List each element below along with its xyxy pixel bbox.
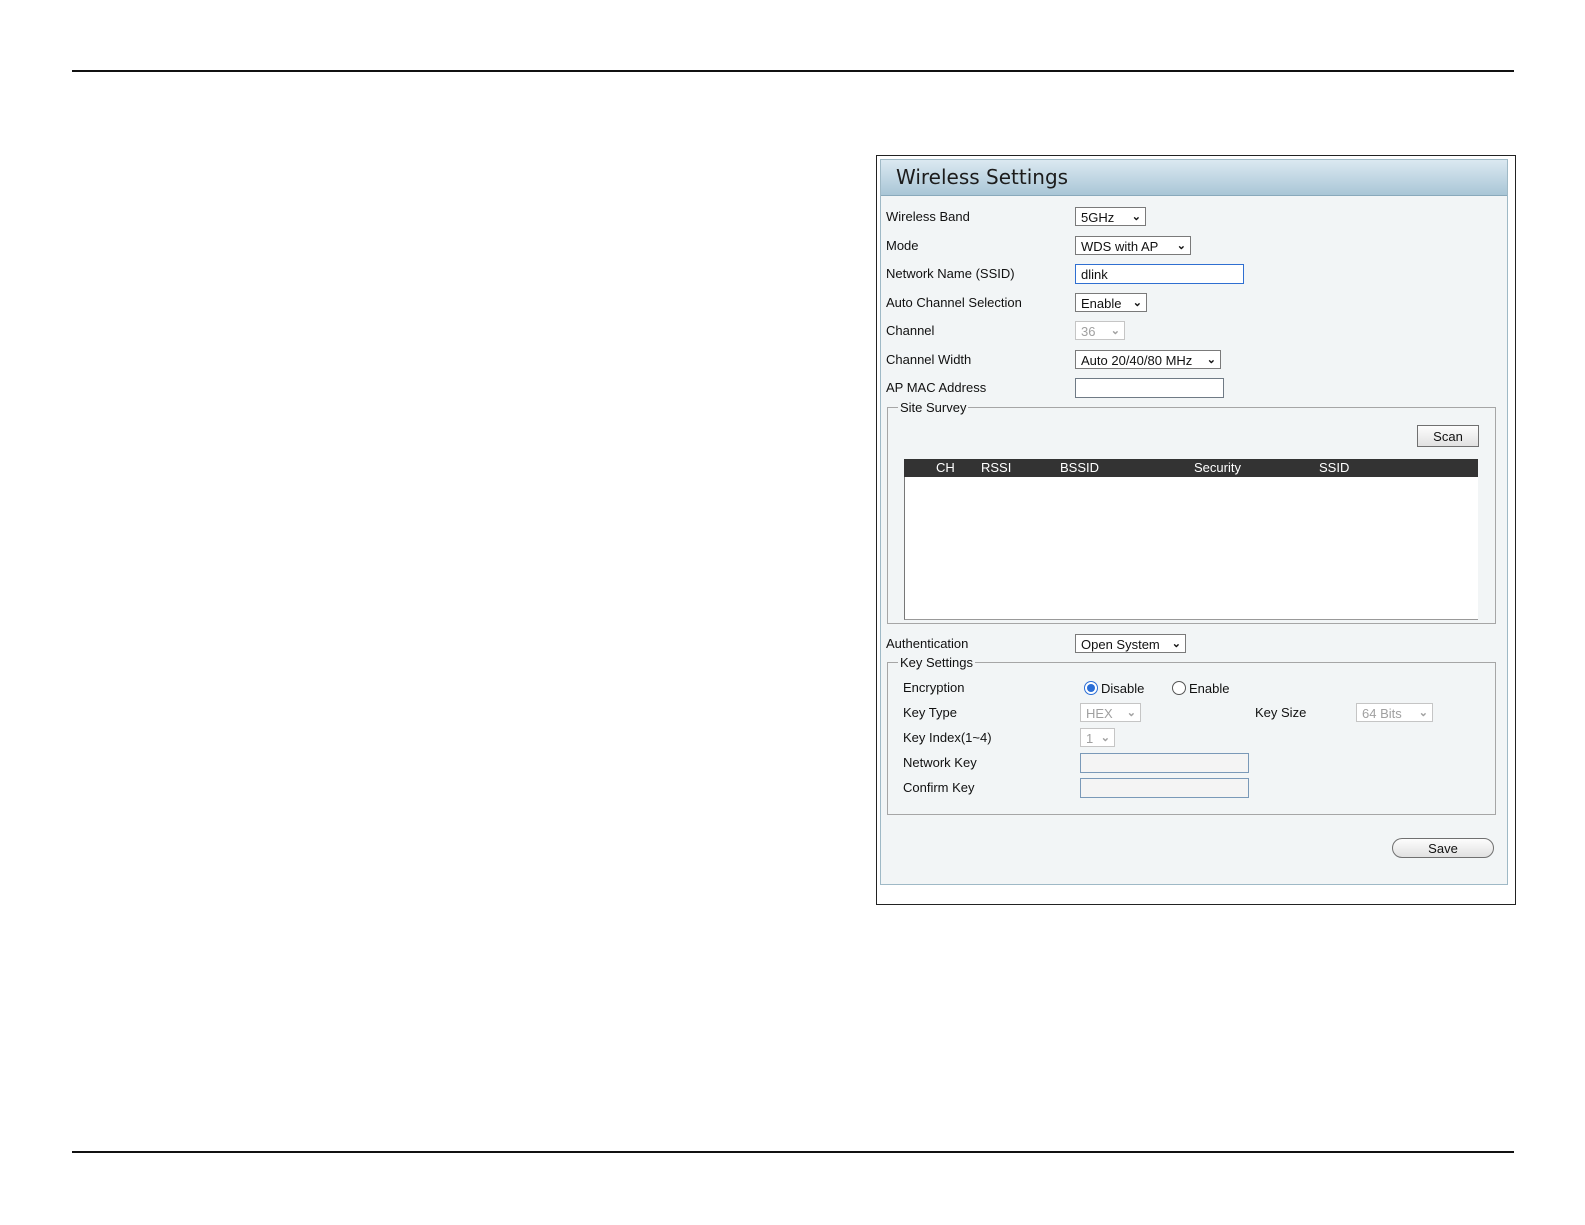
ap-mac-input[interactable] bbox=[1075, 378, 1224, 398]
row-mode: Mode WDS with AP ⌄ bbox=[886, 236, 1191, 257]
key-type-label: Key Type bbox=[903, 705, 957, 720]
column-header-ch: CH bbox=[936, 460, 955, 475]
key-size-label: Key Size bbox=[1255, 705, 1307, 720]
column-header-security: Security bbox=[1194, 460, 1241, 475]
key-type-select[interactable]: HEX ⌄ bbox=[1080, 703, 1141, 722]
row-auto-channel: Auto Channel Selection Enable ⌄ bbox=[886, 293, 1147, 314]
confirm-key-input[interactable] bbox=[1080, 778, 1249, 798]
radio-selected-icon[interactable] bbox=[1084, 681, 1098, 695]
channel-width-label: Channel Width bbox=[886, 352, 972, 367]
column-header-rssi: RSSI bbox=[981, 460, 1012, 475]
site-survey-group: Site Survey Scan CH RSSI BSSID Security … bbox=[887, 400, 1496, 624]
key-settings-legend: Key Settings bbox=[900, 655, 973, 670]
chevron-down-icon: ⌄ bbox=[1126, 707, 1136, 719]
network-key-label: Network Key bbox=[903, 755, 977, 770]
chevron-down-icon: ⌄ bbox=[1100, 732, 1110, 744]
row-wireless-band: Wireless Band 5GHz ⌄ bbox=[886, 207, 1146, 228]
site-survey-table-header: CH RSSI BSSID Security SSID bbox=[904, 459, 1478, 477]
auto-channel-select[interactable]: Enable ⌄ bbox=[1075, 293, 1147, 312]
authentication-select[interactable]: Open System ⌄ bbox=[1075, 634, 1186, 653]
radio-unselected-icon[interactable] bbox=[1172, 681, 1186, 695]
save-button[interactable]: Save bbox=[1392, 838, 1494, 858]
site-survey-table-body[interactable] bbox=[904, 477, 1478, 620]
key-settings-group: Key Settings Encryption Disable Enable K… bbox=[887, 655, 1496, 815]
chevron-down-icon: ⌄ bbox=[1171, 638, 1181, 650]
encryption-disable-option[interactable]: Disable bbox=[1084, 681, 1144, 696]
chevron-down-icon: ⌄ bbox=[1206, 354, 1216, 366]
row-authentication: Authentication Open System ⌄ bbox=[886, 634, 1186, 655]
key-index-select[interactable]: 1 ⌄ bbox=[1080, 728, 1115, 747]
screenshot-frame: Wireless Settings Wireless Band 5GHz ⌄ Mo… bbox=[876, 155, 1516, 905]
chevron-down-icon: ⌄ bbox=[1131, 211, 1141, 223]
channel-label: Channel bbox=[886, 323, 935, 338]
panel-title: Wireless Settings bbox=[881, 160, 1507, 196]
wireless-band-label: Wireless Band bbox=[886, 209, 970, 224]
key-index-label: Key Index(1~4) bbox=[903, 730, 992, 745]
chevron-down-icon: ⌄ bbox=[1132, 297, 1142, 309]
scan-button[interactable]: Scan bbox=[1417, 425, 1479, 447]
row-channel: Channel 36 ⌄ bbox=[886, 321, 1125, 342]
bottom-rule bbox=[72, 1151, 1514, 1153]
auto-channel-label: Auto Channel Selection bbox=[886, 295, 1022, 310]
ssid-input[interactable] bbox=[1075, 264, 1244, 284]
chevron-down-icon: ⌄ bbox=[1418, 707, 1428, 719]
wireless-band-select[interactable]: 5GHz ⌄ bbox=[1075, 207, 1146, 226]
channel-width-select[interactable]: Auto 20/40/80 MHz ⌄ bbox=[1075, 350, 1221, 369]
chevron-down-icon: ⌄ bbox=[1110, 325, 1120, 337]
top-rule bbox=[72, 70, 1514, 72]
authentication-label: Authentication bbox=[886, 636, 969, 651]
key-size-select[interactable]: 64 Bits ⌄ bbox=[1356, 703, 1433, 722]
encryption-label: Encryption bbox=[903, 680, 965, 695]
wireless-settings-panel: Wireless Settings Wireless Band 5GHz ⌄ Mo… bbox=[880, 159, 1508, 885]
column-header-bssid: BSSID bbox=[1060, 460, 1100, 475]
site-survey-legend: Site Survey bbox=[900, 400, 967, 415]
mode-select[interactable]: WDS with AP ⌄ bbox=[1075, 236, 1191, 255]
column-header-ssid: SSID bbox=[1319, 460, 1350, 475]
ap-mac-label: AP MAC Address bbox=[886, 380, 987, 395]
row-channel-width: Channel Width Auto 20/40/80 MHz ⌄ bbox=[886, 350, 1221, 371]
ssid-label: Network Name (SSID) bbox=[886, 266, 1015, 281]
channel-select[interactable]: 36 ⌄ bbox=[1075, 321, 1125, 340]
confirm-key-label: Confirm Key bbox=[903, 780, 975, 795]
network-key-input[interactable] bbox=[1080, 753, 1249, 773]
mode-label: Mode bbox=[886, 238, 919, 253]
encryption-enable-option[interactable]: Enable bbox=[1172, 681, 1229, 696]
chevron-down-icon: ⌄ bbox=[1176, 240, 1186, 252]
